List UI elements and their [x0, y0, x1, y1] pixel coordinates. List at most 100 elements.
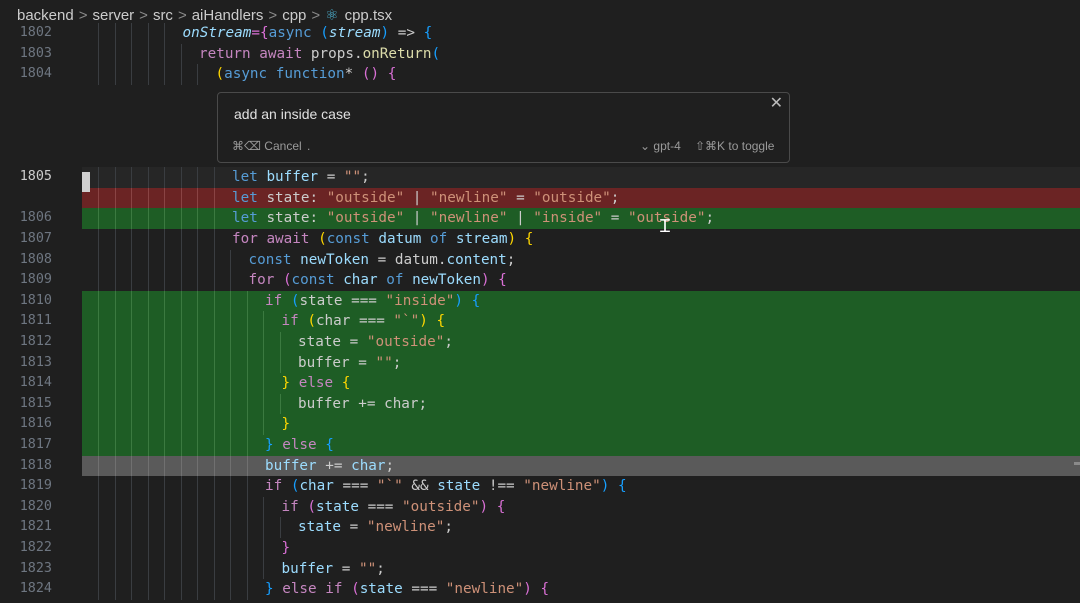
indent-guide — [98, 435, 99, 456]
code-token: if — [265, 292, 291, 309]
code-content[interactable]: if (char === "`") { — [82, 311, 1080, 332]
breadcrumb-item-server[interactable]: server — [92, 7, 134, 24]
breadcrumb-item-backend[interactable]: backend — [17, 7, 74, 24]
indent-guide — [197, 352, 198, 374]
code-line[interactable]: 1823 buffer = ""; — [0, 558, 1080, 580]
code-token: | — [507, 210, 534, 227]
indent-guide — [98, 393, 99, 415]
code-line[interactable]: 1822} — [0, 538, 1080, 559]
prompt-input[interactable]: add an inside case — [234, 106, 351, 122]
indent-guide — [180, 352, 182, 374]
code-content[interactable]: buffer = ""; — [82, 352, 1080, 374]
indent-guide — [230, 455, 231, 477]
indent-guide — [131, 64, 132, 85]
code-line[interactable]: 1815 buffer += char; — [0, 393, 1080, 415]
scrollbar-marker[interactable] — [1074, 462, 1080, 465]
code-token: = — [333, 560, 359, 577]
code-line[interactable]: 1816} — [0, 414, 1080, 435]
indent-guide — [147, 64, 149, 85]
code-line[interactable]: 1813 buffer = ""; — [0, 352, 1080, 374]
indent-guide — [213, 290, 215, 312]
code-content[interactable]: if (char === "`" && state !== "newline")… — [82, 476, 1080, 497]
code-line[interactable]: 1806 let state: "outside" | "newline" | "… — [0, 208, 1080, 229]
code-token: let — [232, 169, 267, 186]
indent-guide — [180, 373, 182, 394]
code-line[interactable]: 1803 return await props.onReturn( — [0, 43, 1080, 65]
code-line[interactable]: 1808 const newToken = datum.content; — [0, 249, 1080, 271]
code-line[interactable]: 1817} else { — [0, 435, 1080, 456]
code-token: char — [299, 478, 334, 495]
code-token: const — [326, 231, 379, 247]
indent-guide — [230, 270, 231, 291]
indent-guide — [131, 517, 132, 538]
line-number: 1803 — [19, 45, 52, 61]
code-text: let buffer = ""; — [232, 167, 370, 188]
code-token: ; — [376, 560, 385, 577]
indent-guide — [131, 352, 132, 374]
code-token: += — [349, 395, 385, 412]
breadcrumb-item-src[interactable]: src — [153, 7, 173, 24]
code-line[interactable]: 1818 buffer += char; — [0, 455, 1080, 477]
code-token: { — [498, 272, 507, 289]
cancel-button[interactable]: ⌘⌫ Cancel — [232, 139, 302, 153]
indent-guide — [246, 558, 248, 580]
code-content[interactable]: let buffer = ""; — [82, 167, 1080, 188]
code-line[interactable]: 1824} else if (state === "newline") { — [0, 579, 1080, 600]
breadcrumb-item-cpp[interactable]: cpp — [282, 7, 306, 24]
code-line[interactable]: 1804 (async function* () { — [0, 64, 1080, 85]
code-token: newToken — [412, 272, 481, 289]
code-content[interactable]: const newToken = datum.content; — [82, 249, 1080, 271]
code-content[interactable]: if (state === "outside") { — [82, 496, 1080, 518]
code-content[interactable]: } else { — [82, 373, 1080, 394]
code-token: "inside" — [533, 210, 603, 227]
code-line[interactable]: 1805 let buffer = ""; — [0, 167, 1080, 188]
indent-guide — [230, 517, 231, 538]
code-token: onStream — [182, 25, 252, 41]
code-content[interactable]: let state: "outside" | "newline" = "outs… — [82, 187, 1080, 209]
indent-guide — [131, 290, 132, 312]
code-line[interactable]: 1820 if (state === "outside") { — [0, 496, 1080, 518]
code-content[interactable]: } — [82, 414, 1080, 435]
close-icon[interactable]: ✕ — [770, 93, 783, 113]
indent-guide — [131, 496, 132, 518]
code-line[interactable]: 1811 if (char === "`") { — [0, 311, 1080, 332]
code-token: async — [268, 25, 321, 41]
code-content[interactable]: buffer += char; — [82, 393, 1080, 415]
code-content[interactable]: state = "newline"; — [82, 517, 1080, 538]
code-content[interactable]: } — [82, 538, 1080, 559]
code-content[interactable]: } else { — [82, 435, 1080, 456]
code-content[interactable]: for (const char of newToken) { — [82, 270, 1080, 291]
code-line[interactable]: 1807 for await (const datum of stream) { — [0, 229, 1080, 250]
code-token: !== — [480, 478, 524, 495]
breadcrumb-file[interactable]: cpp.tsx — [345, 7, 393, 24]
code-content[interactable]: for await (const datum of stream) { — [82, 229, 1080, 250]
code-line[interactable]: 1814} else { — [0, 373, 1080, 394]
chevron-right-icon: > — [139, 6, 148, 24]
indent-guide — [114, 311, 116, 332]
code-line[interactable]: 1802 onStream={async (stream) => { — [0, 23, 1080, 44]
code-text: onStream={async (stream) => { — [183, 23, 433, 44]
code-line[interactable]: 1810 if (state === "inside") { — [0, 290, 1080, 312]
indent-guide — [147, 311, 149, 332]
code-line[interactable]: 1809 for (const char of newToken) { — [0, 270, 1080, 291]
code-content[interactable]: } else if (state === "newline") { — [82, 579, 1080, 600]
code-content[interactable]: let state: "outside" | "newline" | "insi… — [82, 208, 1080, 229]
indent-guide — [164, 517, 165, 538]
code-line[interactable]: let state: "outside" | "newline" = "outs… — [0, 187, 1080, 209]
breadcrumb-item-aihandlers[interactable]: aiHandlers — [192, 7, 264, 24]
code-token: ) — [507, 231, 525, 247]
model-selector[interactable]: ⌄ gpt-4 — [640, 139, 681, 153]
indent-guide — [213, 517, 215, 538]
code-line[interactable]: 1819 if (char === "`" && state !== "newli… — [0, 476, 1080, 497]
code-content[interactable]: buffer = ""; — [82, 558, 1080, 580]
code-line[interactable]: 1821 state = "newline"; — [0, 517, 1080, 538]
code-line[interactable]: 1812 state = "outside"; — [0, 332, 1080, 353]
code-content[interactable]: if (state === "inside") { — [82, 290, 1080, 312]
code-content[interactable]: (async function* () { — [82, 64, 1080, 85]
code-content[interactable]: onStream={async (stream) => { — [82, 23, 1080, 44]
indent-guide — [279, 393, 281, 415]
indent-guide — [164, 43, 165, 65]
code-content[interactable]: return await props.onReturn( — [82, 43, 1080, 65]
code-content[interactable]: state = "outside"; — [82, 332, 1080, 353]
code-content[interactable]: buffer += char; — [82, 455, 1080, 477]
